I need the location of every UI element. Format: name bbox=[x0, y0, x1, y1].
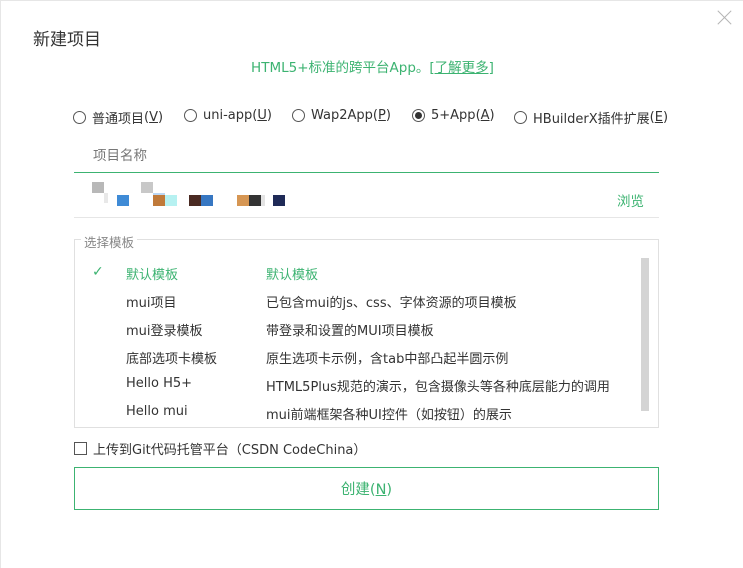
create-button-label: 创建 bbox=[340, 482, 370, 498]
scrollbar-thumb[interactable] bbox=[641, 258, 649, 411]
project-name-field[interactable] bbox=[74, 139, 659, 173]
browse-button[interactable]: 浏览 bbox=[617, 190, 644, 210]
template-name: 底部选项卡模板 bbox=[126, 352, 218, 367]
radio-shortcut: V bbox=[149, 110, 158, 125]
upload-git-checkbox[interactable] bbox=[74, 441, 87, 455]
radio-wap2app[interactable]: Wap2App(P) bbox=[292, 108, 391, 123]
radio-shortcut: E bbox=[654, 110, 663, 125]
project-name-input[interactable] bbox=[74, 139, 659, 172]
new-project-dialog: 新建项目 HTML5+标准的跨平台App。[了解更多] 普通项目(V) uni-… bbox=[0, 0, 743, 568]
radio-label: 普通项目 bbox=[92, 112, 145, 127]
template-scrollbar[interactable] bbox=[641, 258, 649, 411]
template-name: Hello mui bbox=[126, 404, 188, 419]
checkmark-icon: ✓ bbox=[92, 264, 104, 280]
close-icon[interactable] bbox=[717, 9, 733, 25]
template-desc: 带登录和设置的MUI项目模板 bbox=[266, 324, 434, 339]
upload-git-label: 上传到Git代码托管平台（CSDN CodeChina） bbox=[93, 442, 367, 458]
create-button[interactable]: 创建(N) bbox=[74, 467, 659, 510]
template-group: 选择模板 ✓ 默认模板 默认模板 mui项目 已包含mui的js、css、字体资… bbox=[74, 232, 659, 428]
template-row[interactable]: ✓ 默认模板 默认模板 bbox=[75, 259, 640, 287]
template-list: ✓ 默认模板 默认模板 mui项目 已包含mui的js、css、字体资源的项目模… bbox=[75, 259, 640, 427]
create-shortcut: N bbox=[375, 482, 387, 498]
dialog-title: 新建项目 bbox=[33, 30, 101, 50]
template-name: mui项目 bbox=[126, 296, 177, 311]
radio-label: 5+App bbox=[431, 108, 476, 123]
radio-normal-project[interactable]: 普通项目(V) bbox=[73, 108, 163, 127]
template-row[interactable]: 底部选项卡模板 原生选项卡示例，含tab中部凸起半圆示例 bbox=[75, 343, 640, 371]
radio-circle[interactable] bbox=[184, 109, 197, 122]
learn-more-link[interactable]: [了解更多] bbox=[429, 60, 494, 76]
radio-shortcut: A bbox=[480, 108, 490, 123]
radio-label: HBuilderX插件扩展 bbox=[533, 112, 650, 127]
template-name: 默认模板 bbox=[126, 268, 179, 283]
location-row[interactable]: 浏览 bbox=[74, 176, 659, 218]
template-desc: 原生选项卡示例，含tab中部凸起半圆示例 bbox=[266, 352, 509, 367]
subtitle-text: HTML5+标准的跨平台App。 bbox=[251, 60, 430, 76]
template-desc: 默认模板 bbox=[266, 268, 319, 283]
radio-circle[interactable] bbox=[73, 111, 86, 124]
template-name: Hello H5+ bbox=[126, 376, 193, 391]
dialog-subtitle: HTML5+标准的跨平台App。[了解更多] bbox=[1, 56, 743, 76]
template-legend: 选择模板 bbox=[81, 232, 138, 251]
radio-shortcut: U bbox=[257, 108, 267, 123]
upload-git-option[interactable]: 上传到Git代码托管平台（CSDN CodeChina） bbox=[74, 439, 367, 458]
radio-uni-app[interactable]: uni-app(U) bbox=[184, 108, 272, 123]
radio-label: uni-app bbox=[203, 108, 253, 123]
radio-circle[interactable] bbox=[514, 111, 527, 124]
template-row[interactable]: Hello H5+ HTML5Plus规范的演示，包含摄像头等各种底层能力的调用 bbox=[75, 371, 640, 399]
template-row[interactable]: Hello mui mui前端框架各种UI控件（如按钮）的展示 bbox=[75, 399, 640, 427]
radio-hbuilderx-plugin[interactable]: HBuilderX插件扩展(E) bbox=[514, 108, 668, 127]
radio-circle[interactable] bbox=[292, 109, 305, 122]
radio-circle-checked[interactable] bbox=[412, 109, 425, 122]
template-desc: HTML5Plus规范的演示，包含摄像头等各种底层能力的调用 bbox=[266, 380, 610, 395]
template-row[interactable]: mui登录模板 带登录和设置的MUI项目模板 bbox=[75, 315, 640, 343]
radio-shortcut: P bbox=[378, 108, 386, 123]
radio-label: Wap2App bbox=[311, 108, 373, 123]
template-desc: 已包含mui的js、css、字体资源的项目模板 bbox=[266, 296, 517, 311]
radio-5plus-app[interactable]: 5+App(A) bbox=[412, 108, 495, 123]
location-path-pixelated bbox=[74, 176, 304, 216]
template-desc: mui前端框架各种UI控件（如按钮）的展示 bbox=[266, 408, 512, 423]
template-row[interactable]: mui项目 已包含mui的js、css、字体资源的项目模板 bbox=[75, 287, 640, 315]
template-name: mui登录模板 bbox=[126, 324, 203, 339]
